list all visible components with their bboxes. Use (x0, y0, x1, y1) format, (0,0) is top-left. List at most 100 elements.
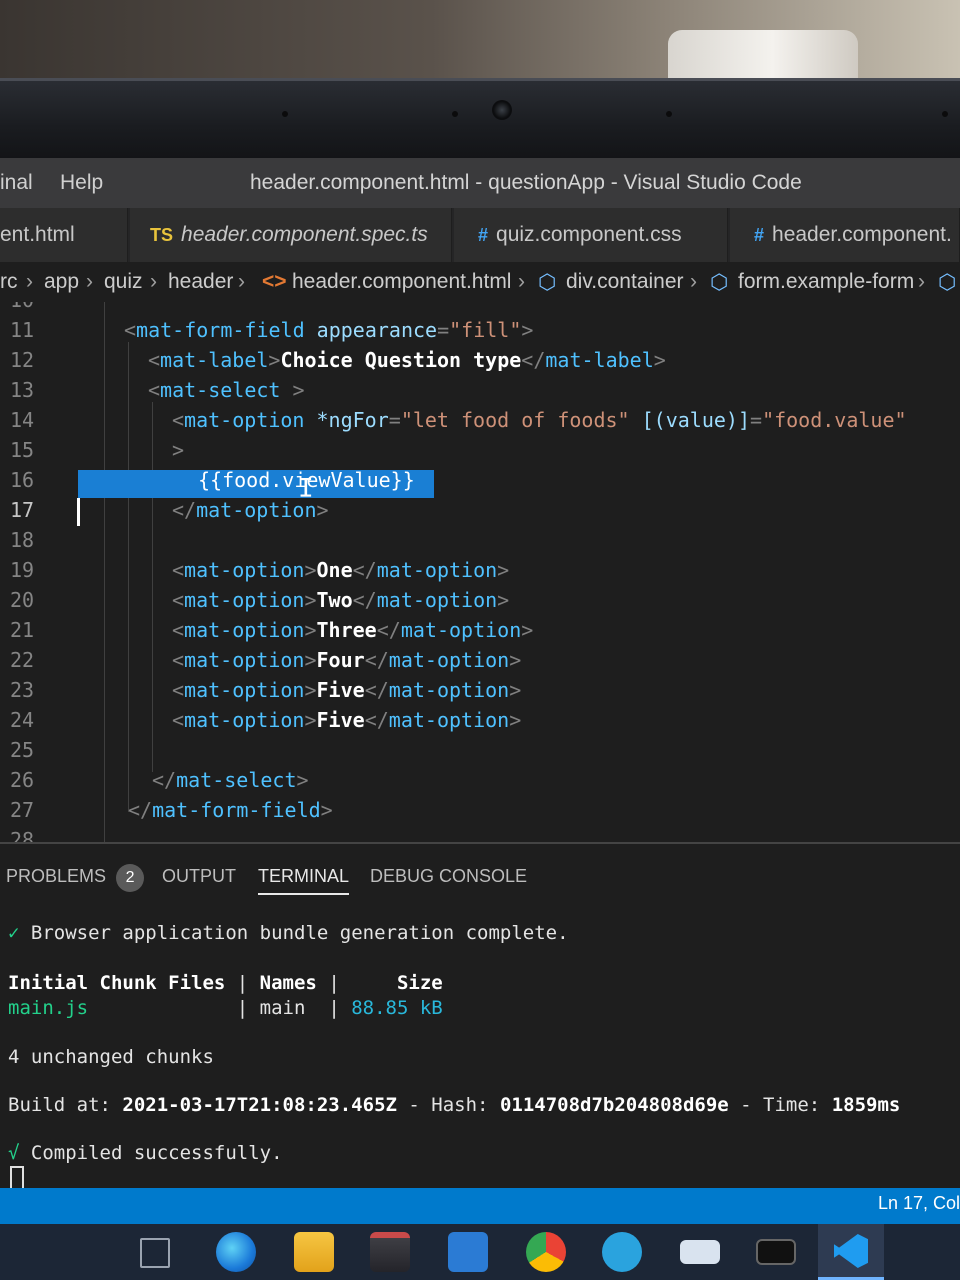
line-number: 10 (10, 302, 50, 312)
tab-header-html[interactable]: ent.html (0, 208, 128, 262)
breadcrumb-item[interactable]: header (168, 270, 233, 294)
build-time: 2021-03-17T21:08:23.465Z (122, 1094, 397, 1116)
build-duration: 1859ms (831, 1094, 901, 1116)
bezel-dot (666, 111, 672, 117)
editor-tabs: ent.html TS header.component.spec.ts # qui… (0, 208, 960, 262)
tag-name: mat-label (545, 348, 654, 372)
tab-header-css[interactable]: # header.component. (730, 208, 960, 262)
chunk-name: main (259, 997, 306, 1019)
tag-name: mat-option (388, 678, 510, 702)
code-line: 16 {{food.viewValue}} (0, 468, 960, 498)
attr-value: "let food of foods" (400, 408, 630, 432)
tab-label: header.component.spec.ts (181, 223, 428, 246)
breadcrumb-item[interactable]: quiz (104, 270, 143, 294)
breadcrumb-item[interactable]: div.container (566, 270, 684, 294)
code-line: 26 </mat-select> (10, 768, 309, 792)
code-line: 23 <mat-option>Five</mat-option> (10, 678, 522, 702)
bezel-dot (452, 111, 458, 117)
menu-terminal[interactable]: inal (0, 171, 33, 195)
cube-icon: ⬡ (538, 271, 557, 294)
menu-help[interactable]: Help (60, 171, 103, 195)
window-title: header.component.html - questionApp - Vi… (250, 171, 802, 194)
mouse-ibeam-cursor: Ι (298, 474, 314, 504)
terminal-text: - Time: (740, 1094, 821, 1116)
text-content: Choice Question type (280, 348, 522, 372)
tag-name: mat-option (184, 588, 305, 612)
code-editor[interactable]: 10 11 <mat-form-field appearance="fill">… (0, 302, 960, 842)
attr-name: appearance (316, 318, 438, 342)
line-number: 17 (10, 498, 35, 522)
attr-name: [(value)] (641, 408, 751, 432)
code-line: 27 </mat-form-field> (10, 798, 333, 822)
option-text: Five (316, 678, 365, 702)
tag-name: mat-option (184, 648, 305, 672)
css-icon: # (478, 225, 489, 245)
attr-name: *ngFor (316, 408, 389, 432)
option-text: Three (316, 618, 377, 642)
tab-label: PROBLEMS (6, 866, 107, 886)
code-line: 18 (0, 528, 960, 558)
code-line: 24 <mat-option>Five</mat-option> (10, 708, 522, 732)
mail-icon[interactable] (448, 1232, 488, 1272)
cursor-position[interactable]: Ln 17, Col (878, 1193, 960, 1214)
monitor-bezel (0, 78, 960, 158)
code-line: 19 <mat-option>One</mat-option> (10, 558, 510, 582)
option-text: Two (316, 588, 353, 612)
code-line: 21 <mat-option>Three</mat-option> (10, 618, 534, 642)
tab-terminal[interactable]: TERMINAL (258, 866, 350, 895)
terminal-line: main.js | main | 88.85 kB (8, 997, 443, 1019)
code-line: 14 <mat-option *ngFor="let food of foods… (10, 408, 907, 432)
chunk-file: main.js (8, 997, 89, 1019)
chevron-right-icon: › (26, 270, 33, 293)
telegram-icon[interactable] (602, 1232, 642, 1272)
code-line: 11 <mat-form-field appearance="fill"> (10, 318, 534, 342)
line-number: 24 (10, 708, 35, 732)
line-number: 15 (10, 438, 35, 462)
tab-label: header.component. (772, 223, 952, 246)
chunk-size: 88.85 kB (351, 997, 443, 1019)
tag-name: mat-select (176, 768, 297, 792)
tab-debug-console[interactable]: DEBUG CONSOLE (370, 866, 527, 887)
bezel-dot (942, 111, 948, 117)
terminal-cursor[interactable] (10, 1166, 24, 1190)
code-line: 28 (0, 828, 960, 842)
vscode-taskbar-button[interactable] (818, 1224, 884, 1280)
tab-problems[interactable]: PROBLEMS 2 (6, 864, 145, 892)
terminal-line: Build at: 2021-03-17T21:08:23.465Z - Has… (8, 1094, 900, 1116)
task-view-icon[interactable] (140, 1238, 170, 1268)
line-number: 25 (10, 738, 35, 762)
file-explorer-icon[interactable] (294, 1232, 334, 1272)
terminal-app-icon[interactable] (756, 1239, 796, 1265)
bezel-dot (282, 111, 288, 117)
tag-name: mat-option (376, 588, 498, 612)
breadcrumb-item[interactable]: app (44, 270, 79, 294)
code-line: 10 (0, 302, 960, 318)
tab-quiz-css[interactable]: # quiz.component.css (454, 208, 728, 262)
panel-tabs: PROBLEMS 2 OUTPUT TERMINAL DEBUG CONSOLE (0, 844, 960, 904)
terminal-line: √ Compiled successfully. (8, 1142, 283, 1164)
tag-name: mat-option (388, 648, 510, 672)
edge-icon[interactable] (216, 1232, 256, 1272)
line-number: 18 (10, 528, 35, 552)
chrome-icon[interactable] (526, 1232, 566, 1272)
breadcrumb-item[interactable]: form.example-form (738, 270, 914, 294)
bottom-panel: PROBLEMS 2 OUTPUT TERMINAL DEBUG CONSOLE … (0, 842, 960, 1192)
app-window-icon[interactable] (680, 1240, 720, 1264)
table-header: Size (396, 972, 443, 994)
line-number: 22 (10, 648, 35, 672)
cube-icon: ⬡ (938, 271, 957, 294)
chevron-right-icon: › (690, 270, 697, 293)
table-header: Names (259, 972, 317, 994)
breadcrumb: rc › app › quiz › header › <> header.com… (0, 262, 960, 302)
breadcrumb-item[interactable]: rc (0, 270, 18, 294)
tab-label: ent.html (0, 223, 75, 246)
line-number: 19 (10, 558, 35, 582)
tab-output[interactable]: OUTPUT (162, 866, 236, 887)
store-icon[interactable] (370, 1232, 410, 1272)
tag-name: mat-option (388, 708, 510, 732)
cube-icon: ⬡ (710, 271, 729, 294)
tab-header-spec[interactable]: TS header.component.spec.ts (130, 208, 452, 262)
breadcrumb-item[interactable]: header.component.html (292, 270, 511, 294)
line-number: 21 (10, 618, 35, 642)
windows-taskbar (0, 1224, 960, 1280)
